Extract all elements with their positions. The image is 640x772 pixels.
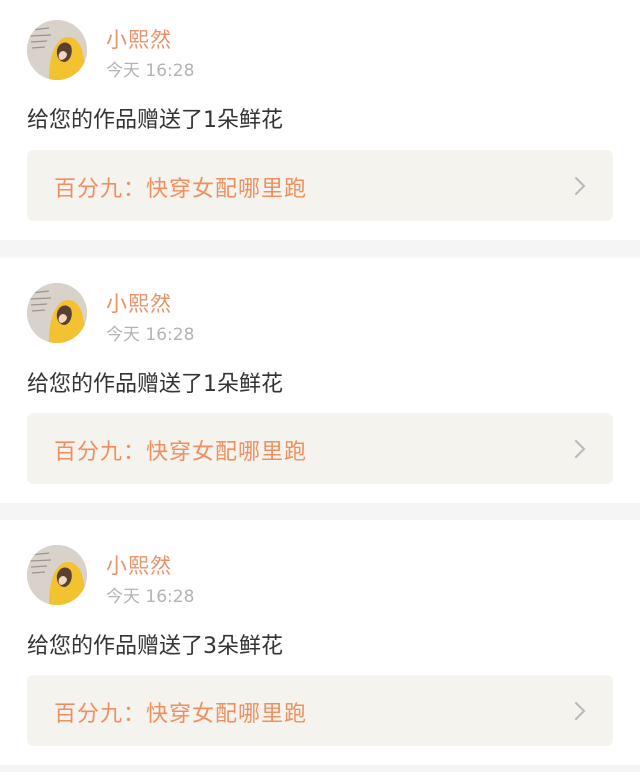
username[interactable]: 小熙然: [106, 288, 172, 318]
notification-message: 给您的作品赠送了1朵鲜花: [27, 372, 283, 397]
chevron-right-icon: [575, 702, 586, 720]
notification-message: 给您的作品赠送了1朵鲜花: [27, 108, 283, 133]
notification-page: 小熙然 今天 16:28 给您的作品赠送了1朵鲜花 百分九：快穿女配哪里跑 小熙…: [0, 0, 640, 772]
timestamp: 今天 16:28: [106, 61, 195, 81]
notification-card: 小熙然 今天 16:28 给您的作品赠送了3朵鲜花 百分九：快穿女配哪里跑: [0, 520, 640, 765]
notification-message: 给您的作品赠送了3朵鲜花: [27, 634, 283, 659]
avatar[interactable]: [27, 283, 87, 343]
avatar[interactable]: [27, 20, 87, 80]
chevron-right-icon: [575, 440, 586, 458]
work-title: 百分九：快穿女配哪里跑: [54, 440, 308, 465]
work-link[interactable]: 百分九：快穿女配哪里跑: [27, 413, 613, 484]
timestamp: 今天 16:28: [106, 325, 195, 345]
work-link[interactable]: 百分九：快穿女配哪里跑: [27, 150, 613, 221]
username[interactable]: 小熙然: [106, 24, 172, 54]
chevron-right-icon: [575, 177, 586, 195]
notification-card: 小熙然 今天 16:28 给您的作品赠送了1朵鲜花 百分九：快穿女配哪里跑: [0, 0, 640, 240]
work-title: 百分九：快穿女配哪里跑: [54, 702, 308, 727]
work-link[interactable]: 百分九：快穿女配哪里跑: [27, 675, 613, 746]
timestamp: 今天 16:28: [106, 587, 195, 607]
work-title: 百分九：快穿女配哪里跑: [54, 177, 308, 202]
notification-card: 小熙然 今天 16:28 给您的作品赠送了1朵鲜花 百分九：快穿女配哪里跑: [0, 258, 640, 503]
username[interactable]: 小熙然: [106, 550, 172, 580]
avatar[interactable]: [27, 545, 87, 605]
